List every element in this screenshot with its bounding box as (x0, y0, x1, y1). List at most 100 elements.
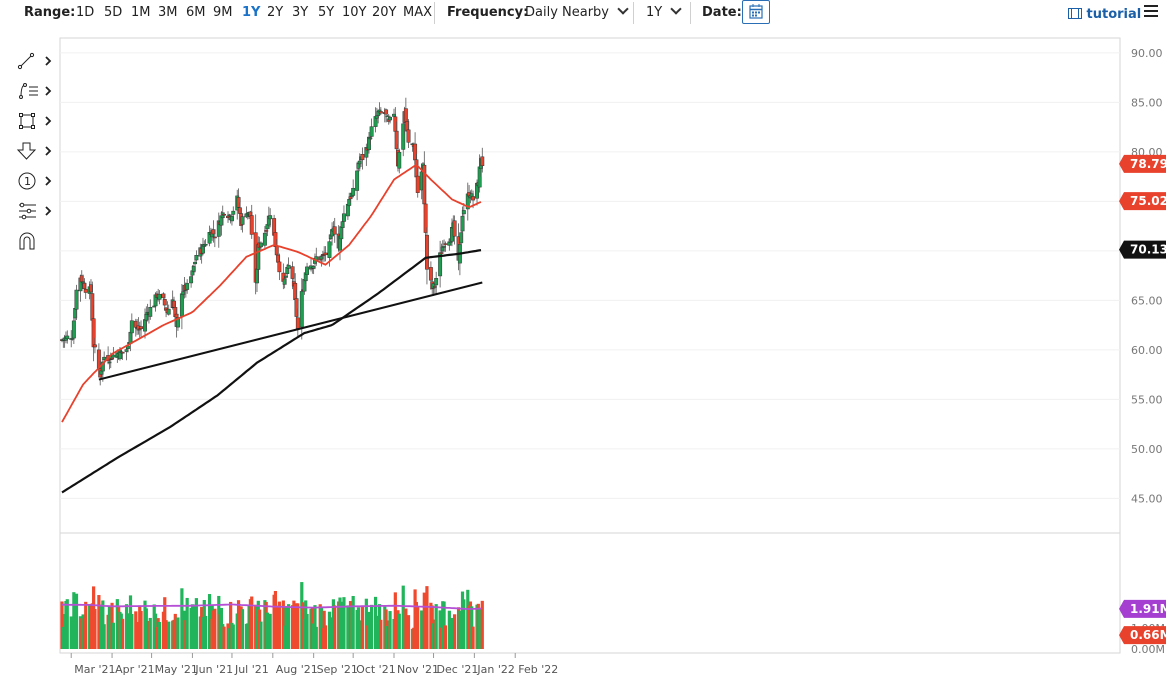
volume-bar (250, 596, 254, 649)
candle-body (179, 293, 184, 317)
volume-bar (65, 599, 69, 649)
volume-bar (314, 626, 318, 649)
volume-bar (259, 621, 263, 649)
price-tick-label: 90.00 (1131, 47, 1163, 60)
candle-body (102, 356, 107, 360)
candle-body (323, 252, 328, 255)
volume-bar (480, 600, 484, 649)
volume-bar (222, 626, 226, 649)
volume-bar (130, 614, 134, 649)
candle-body (157, 293, 162, 300)
candle-body (355, 170, 360, 191)
price-tick-label: 65.00 (1131, 294, 1163, 307)
candle-body (71, 320, 76, 339)
volume-bar (93, 609, 97, 649)
candle-body (185, 283, 190, 290)
candle-body (406, 129, 411, 143)
chart-svg: 90.0085.0080.0075.0070.0065.0060.0055.00… (59, 37, 1172, 676)
candle-body (65, 335, 70, 339)
x-tick-label: Feb '22 (518, 663, 558, 676)
candle-body (139, 326, 144, 329)
candle-body (120, 351, 125, 354)
candle-body (148, 307, 153, 317)
candle-body (461, 210, 466, 215)
x-tick-label: Jul '21 (234, 663, 269, 676)
candle-body (129, 320, 134, 334)
candle-body (471, 196, 476, 201)
x-tick-label: Apr '21 (115, 663, 155, 676)
volume-bar (416, 607, 420, 649)
candle-body (268, 215, 273, 220)
candle-body (424, 234, 429, 270)
candle-body (452, 220, 457, 237)
candle-body (203, 243, 208, 246)
candle-body (193, 261, 198, 265)
candle-body (290, 266, 295, 279)
candle-body (460, 215, 465, 232)
candle-body (384, 109, 389, 115)
candle-body (428, 267, 433, 281)
candle-body (231, 210, 236, 215)
candle-body (222, 213, 227, 216)
price-tick-label: 50.00 (1131, 443, 1163, 456)
volume-bar (379, 619, 383, 649)
volume-bar (351, 595, 355, 649)
candle-body (162, 299, 167, 306)
volume-bar (84, 601, 88, 649)
candle-body (397, 151, 402, 169)
volume-bar (139, 610, 143, 649)
x-tick-label: Sep '21 (317, 663, 358, 676)
volume-bar (462, 599, 466, 649)
volume-bar (296, 603, 300, 649)
x-tick-label: Nov '21 (397, 663, 439, 676)
candle-body (258, 242, 263, 248)
candle-body (480, 156, 485, 167)
volume-bar (305, 613, 309, 649)
volume-bar (425, 586, 429, 649)
candle-body (360, 153, 365, 161)
value-tag-label: 1.91M (1130, 602, 1172, 616)
x-tick-label: Jan '22 (476, 663, 514, 676)
volume-bar (471, 626, 475, 649)
volume-bar (157, 621, 162, 649)
value-tag-label: 75.02 (1130, 194, 1168, 208)
x-tick-label: Mar '21 (74, 663, 115, 676)
candle-body (443, 243, 448, 245)
volume-bar (453, 614, 457, 649)
candle-body (277, 261, 282, 273)
candle-body (299, 291, 304, 328)
volume-bar (287, 604, 291, 649)
volume-bar (388, 611, 392, 649)
volume-bar (204, 615, 208, 649)
value-tag-label: 70.13 (1130, 243, 1168, 257)
candle-body (415, 175, 420, 193)
price-tick-label: 85.00 (1131, 96, 1163, 109)
volume-bar (277, 601, 281, 649)
candle-body (388, 116, 393, 121)
volume-bar (397, 613, 401, 649)
candle-body (74, 289, 79, 310)
volume-bar (176, 617, 180, 649)
volume-bar (268, 613, 272, 649)
x-tick-label: Jun '21 (194, 663, 233, 676)
candle-body (92, 344, 97, 348)
candle-body (111, 354, 116, 358)
volume-bar (121, 618, 125, 649)
x-tick-label: May '21 (155, 663, 198, 676)
candle-body (439, 252, 444, 254)
x-tick-label: Aug '21 (276, 663, 318, 676)
candle-body (83, 289, 88, 293)
volume-bar (333, 605, 337, 649)
volume-bar (231, 624, 235, 649)
candle-body (194, 255, 199, 261)
volume-bar (167, 621, 171, 649)
candle-body (369, 126, 374, 137)
volume-bar (443, 625, 447, 649)
volume-bar (370, 604, 374, 649)
x-tick-label: Oct '21 (356, 663, 396, 676)
candle-body (305, 266, 310, 275)
candle-body (286, 264, 291, 269)
candle-body (262, 232, 267, 246)
candle-body (212, 236, 217, 239)
candle-body (351, 187, 356, 196)
